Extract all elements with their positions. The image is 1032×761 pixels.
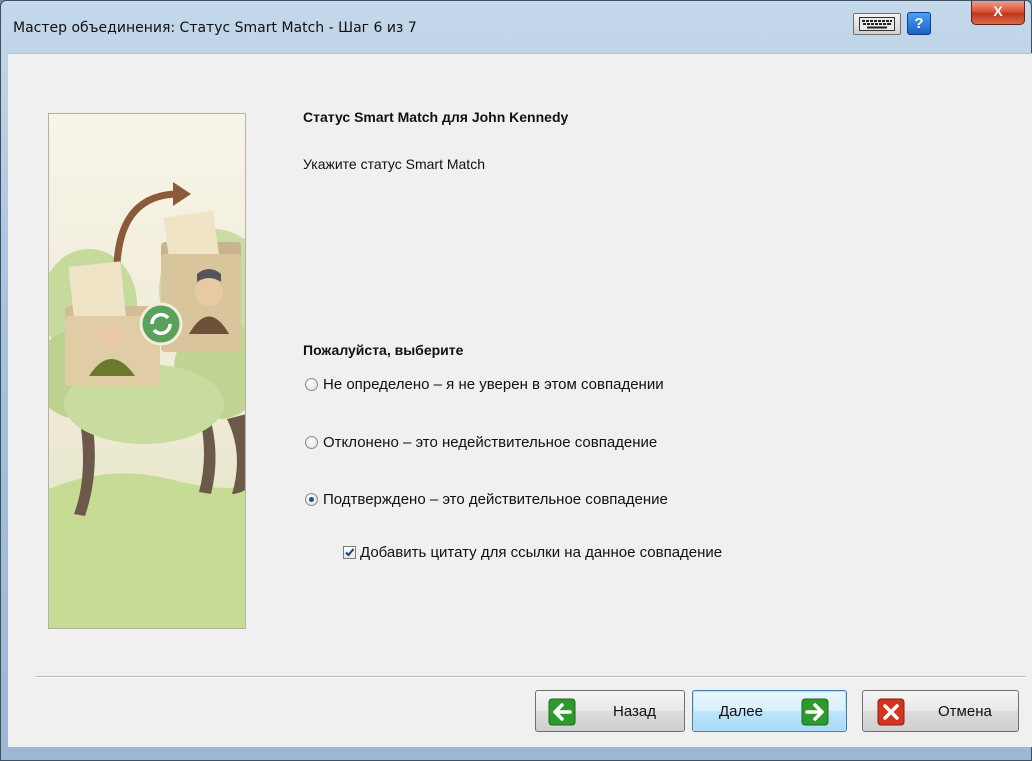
arrow-right-icon bbox=[801, 698, 829, 726]
radio-confirmed[interactable]: Подтверждено – это действительное совпад… bbox=[305, 491, 668, 508]
arrow-left-icon bbox=[548, 698, 576, 726]
back-button[interactable]: Назад bbox=[535, 690, 685, 732]
next-button-label: Далее bbox=[719, 703, 763, 720]
close-button[interactable]: X bbox=[971, 1, 1025, 25]
cancel-button[interactable]: Отмена bbox=[862, 690, 1019, 732]
keyboard-button[interactable] bbox=[853, 13, 901, 35]
help-icon: ? bbox=[914, 15, 924, 32]
smart-match-illustration bbox=[48, 113, 246, 629]
add-citation-checkbox-row[interactable]: Добавить цитату для ссылки на данное сов… bbox=[343, 544, 722, 561]
window-title: Мастер объединения: Статус Smart Match -… bbox=[13, 20, 417, 36]
help-button[interactable]: ? bbox=[907, 12, 931, 35]
wizard-window: Мастер объединения: Статус Smart Match -… bbox=[0, 0, 1032, 761]
page-heading: Статус Smart Match для John Kennedy bbox=[303, 109, 569, 125]
back-button-label: Назад bbox=[613, 703, 656, 720]
keyboard-icon bbox=[859, 17, 895, 31]
title-bar: Мастер объединения: Статус Smart Match -… bbox=[1, 1, 1031, 53]
radio-label: Не определено – я не уверен в этом совпа… bbox=[323, 376, 664, 393]
radio-rejected[interactable]: Отклонено – это недействительное совпаде… bbox=[305, 434, 657, 451]
radio-undetermined[interactable]: Не определено – я не уверен в этом совпа… bbox=[305, 376, 664, 393]
footer-separator bbox=[36, 676, 1026, 678]
radio-button[interactable] bbox=[305, 436, 318, 449]
radio-button[interactable] bbox=[305, 378, 318, 391]
cancel-button-label: Отмена bbox=[938, 703, 992, 720]
radio-label: Отклонено – это недействительное совпаде… bbox=[323, 434, 658, 451]
add-citation-checkbox[interactable] bbox=[343, 546, 356, 559]
radio-button[interactable] bbox=[305, 493, 318, 506]
page-subtext: Укажите статус Smart Match bbox=[303, 156, 485, 172]
choose-label: Пожалуйста, выберите bbox=[303, 342, 464, 358]
radio-label: Подтверждено – это действительное совпад… bbox=[323, 491, 668, 508]
x-icon bbox=[877, 698, 905, 726]
check-icon bbox=[345, 548, 355, 557]
close-icon: X bbox=[993, 3, 1003, 19]
wizard-content: Статус Smart Match для John Kennedy Укаж… bbox=[8, 53, 1032, 747]
next-button[interactable]: Далее bbox=[692, 690, 847, 732]
add-citation-label: Добавить цитату для ссылки на данное сов… bbox=[360, 544, 723, 561]
